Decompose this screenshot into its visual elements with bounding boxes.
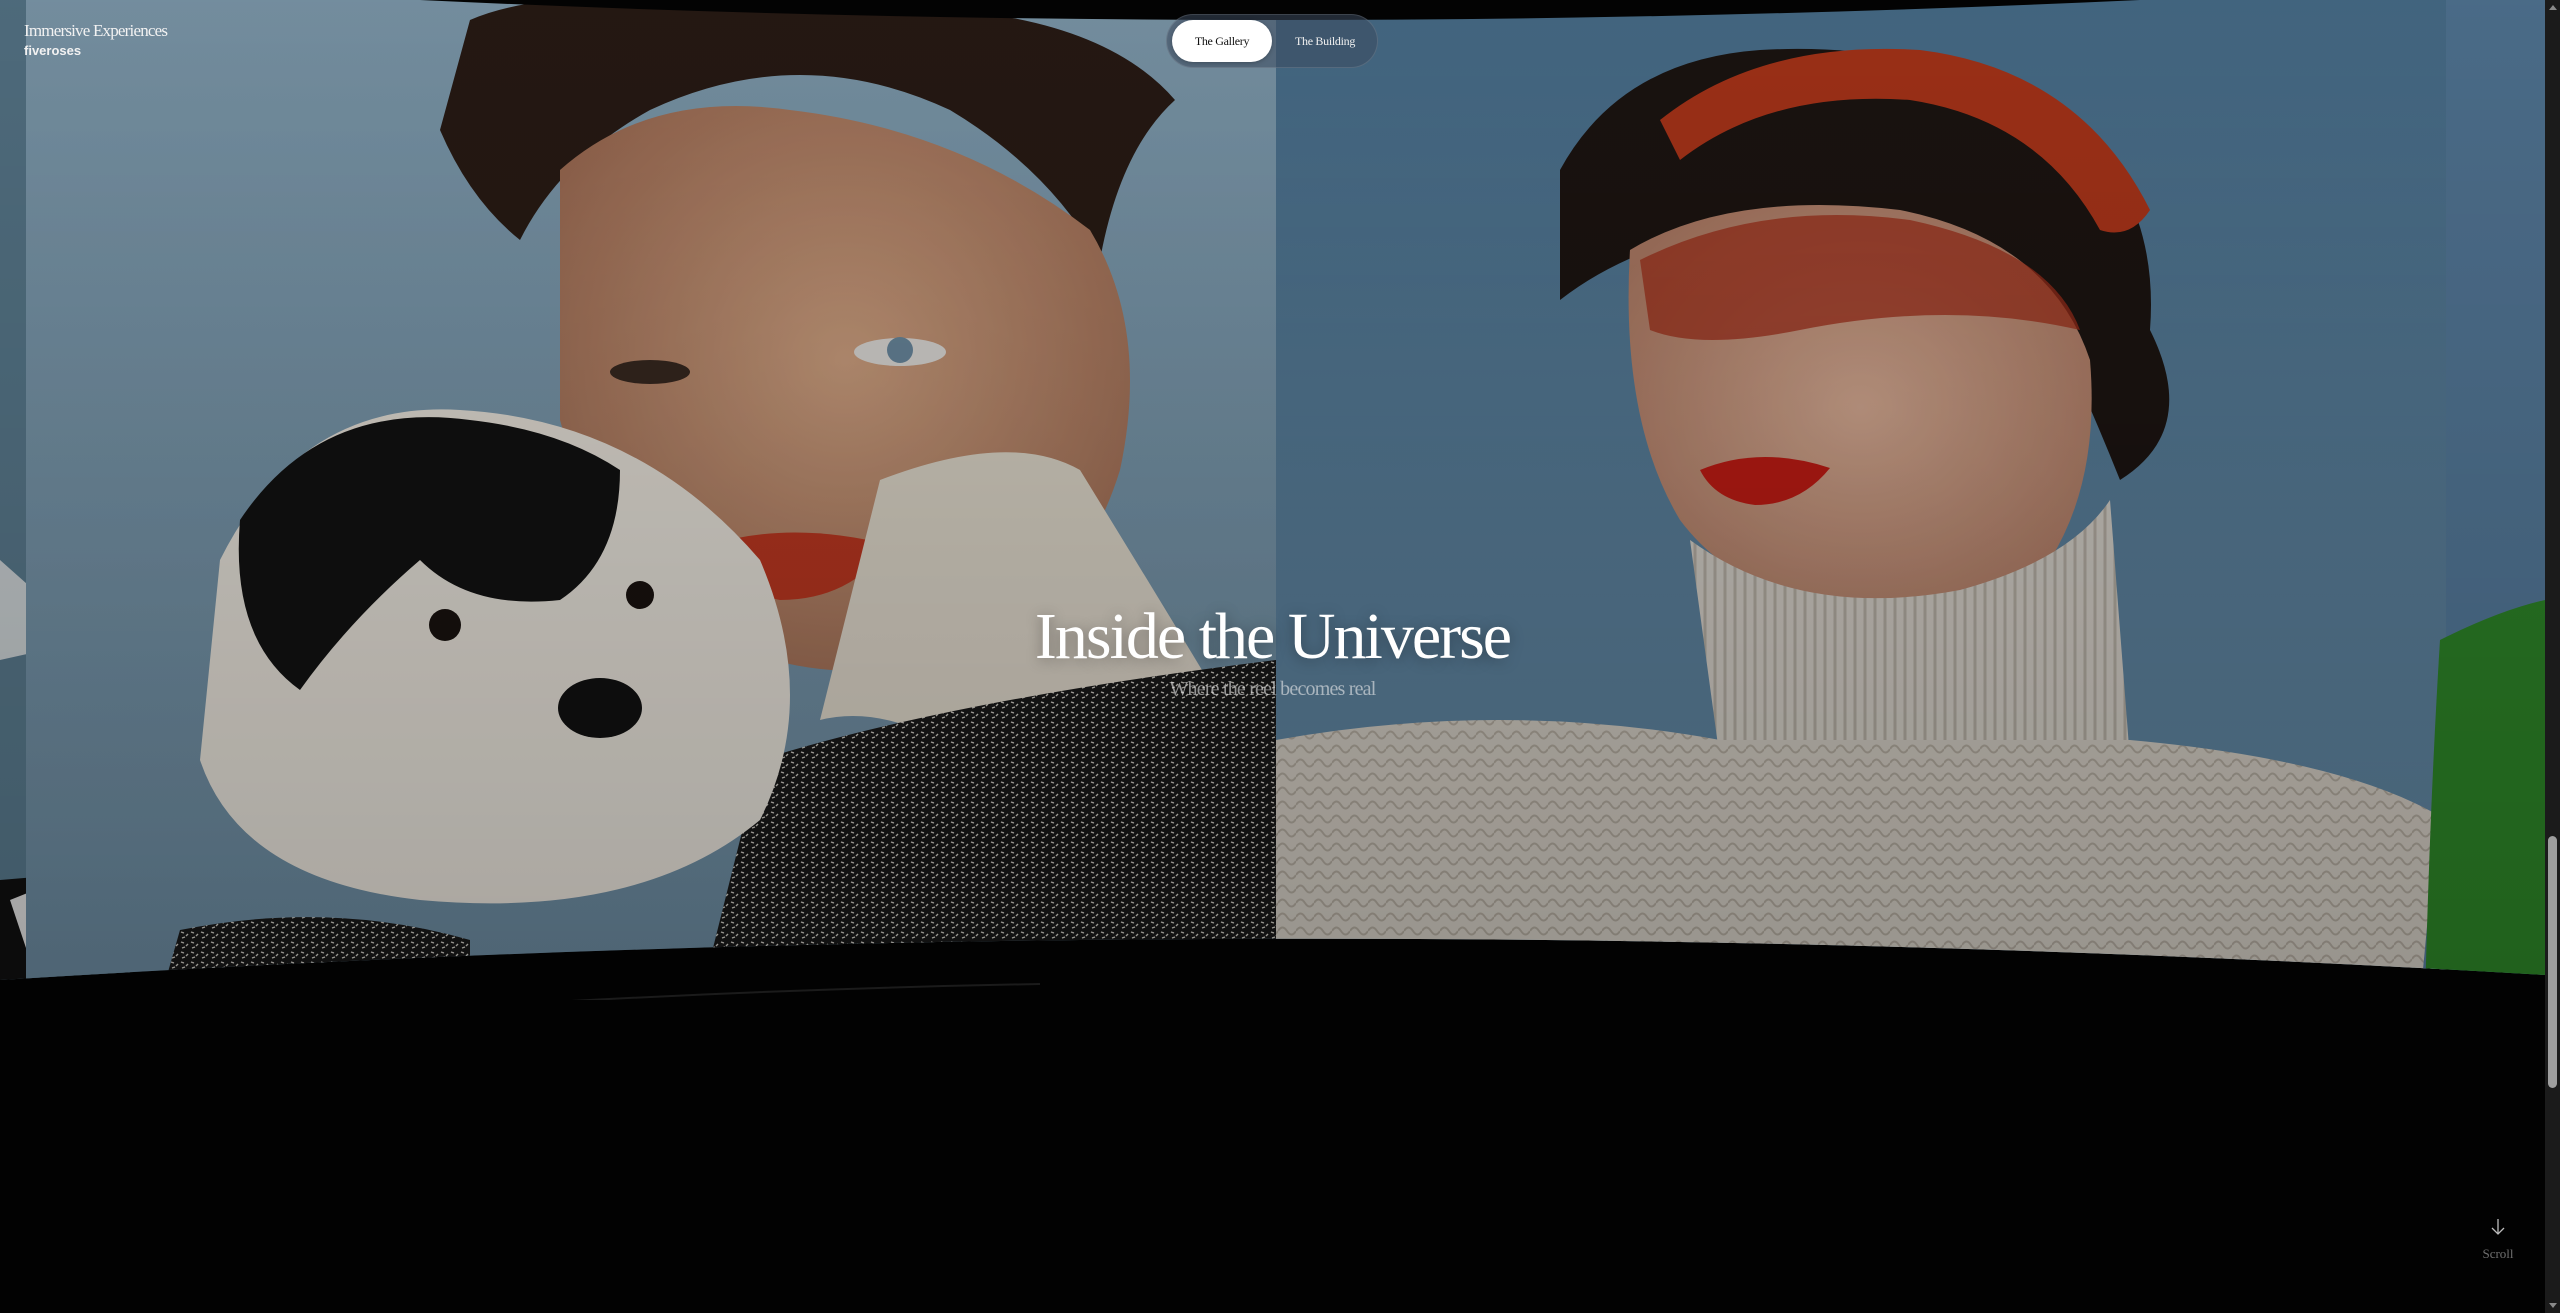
arrow-down-icon [2491, 1219, 2505, 1235]
scroll-down-arrow-icon[interactable] [2549, 1303, 2557, 1308]
scroll-up-arrow-icon[interactable] [2549, 5, 2557, 10]
gallery-carousel[interactable] [0, 0, 2545, 1000]
brand-title: Immersive Experiences [24, 21, 168, 40]
hero-subtitle: Where the reel becomes real [1169, 678, 1376, 700]
tab-the-building[interactable]: The Building [1275, 20, 1375, 62]
scrollbar-thumb[interactable] [2548, 836, 2557, 1088]
page: Immersive Experiences fiveroses The Gall… [0, 0, 2560, 1313]
scroll-label: Scroll [2482, 1246, 2514, 1261]
gallery-artwork [0, 0, 2545, 1000]
brand-logo[interactable]: Immersive Experiences fiveroses [24, 20, 168, 60]
top-nav-segmented-control: The Gallery The Building [1166, 14, 1378, 68]
page-scrollbar[interactable] [2545, 0, 2560, 1313]
brand-subtitle: fiveroses [24, 43, 82, 58]
tab-the-gallery[interactable]: The Gallery [1172, 20, 1272, 62]
scroll-indicator[interactable]: Scroll [2470, 1218, 2526, 1262]
hero-title: Inside the Universe [1034, 600, 1512, 673]
